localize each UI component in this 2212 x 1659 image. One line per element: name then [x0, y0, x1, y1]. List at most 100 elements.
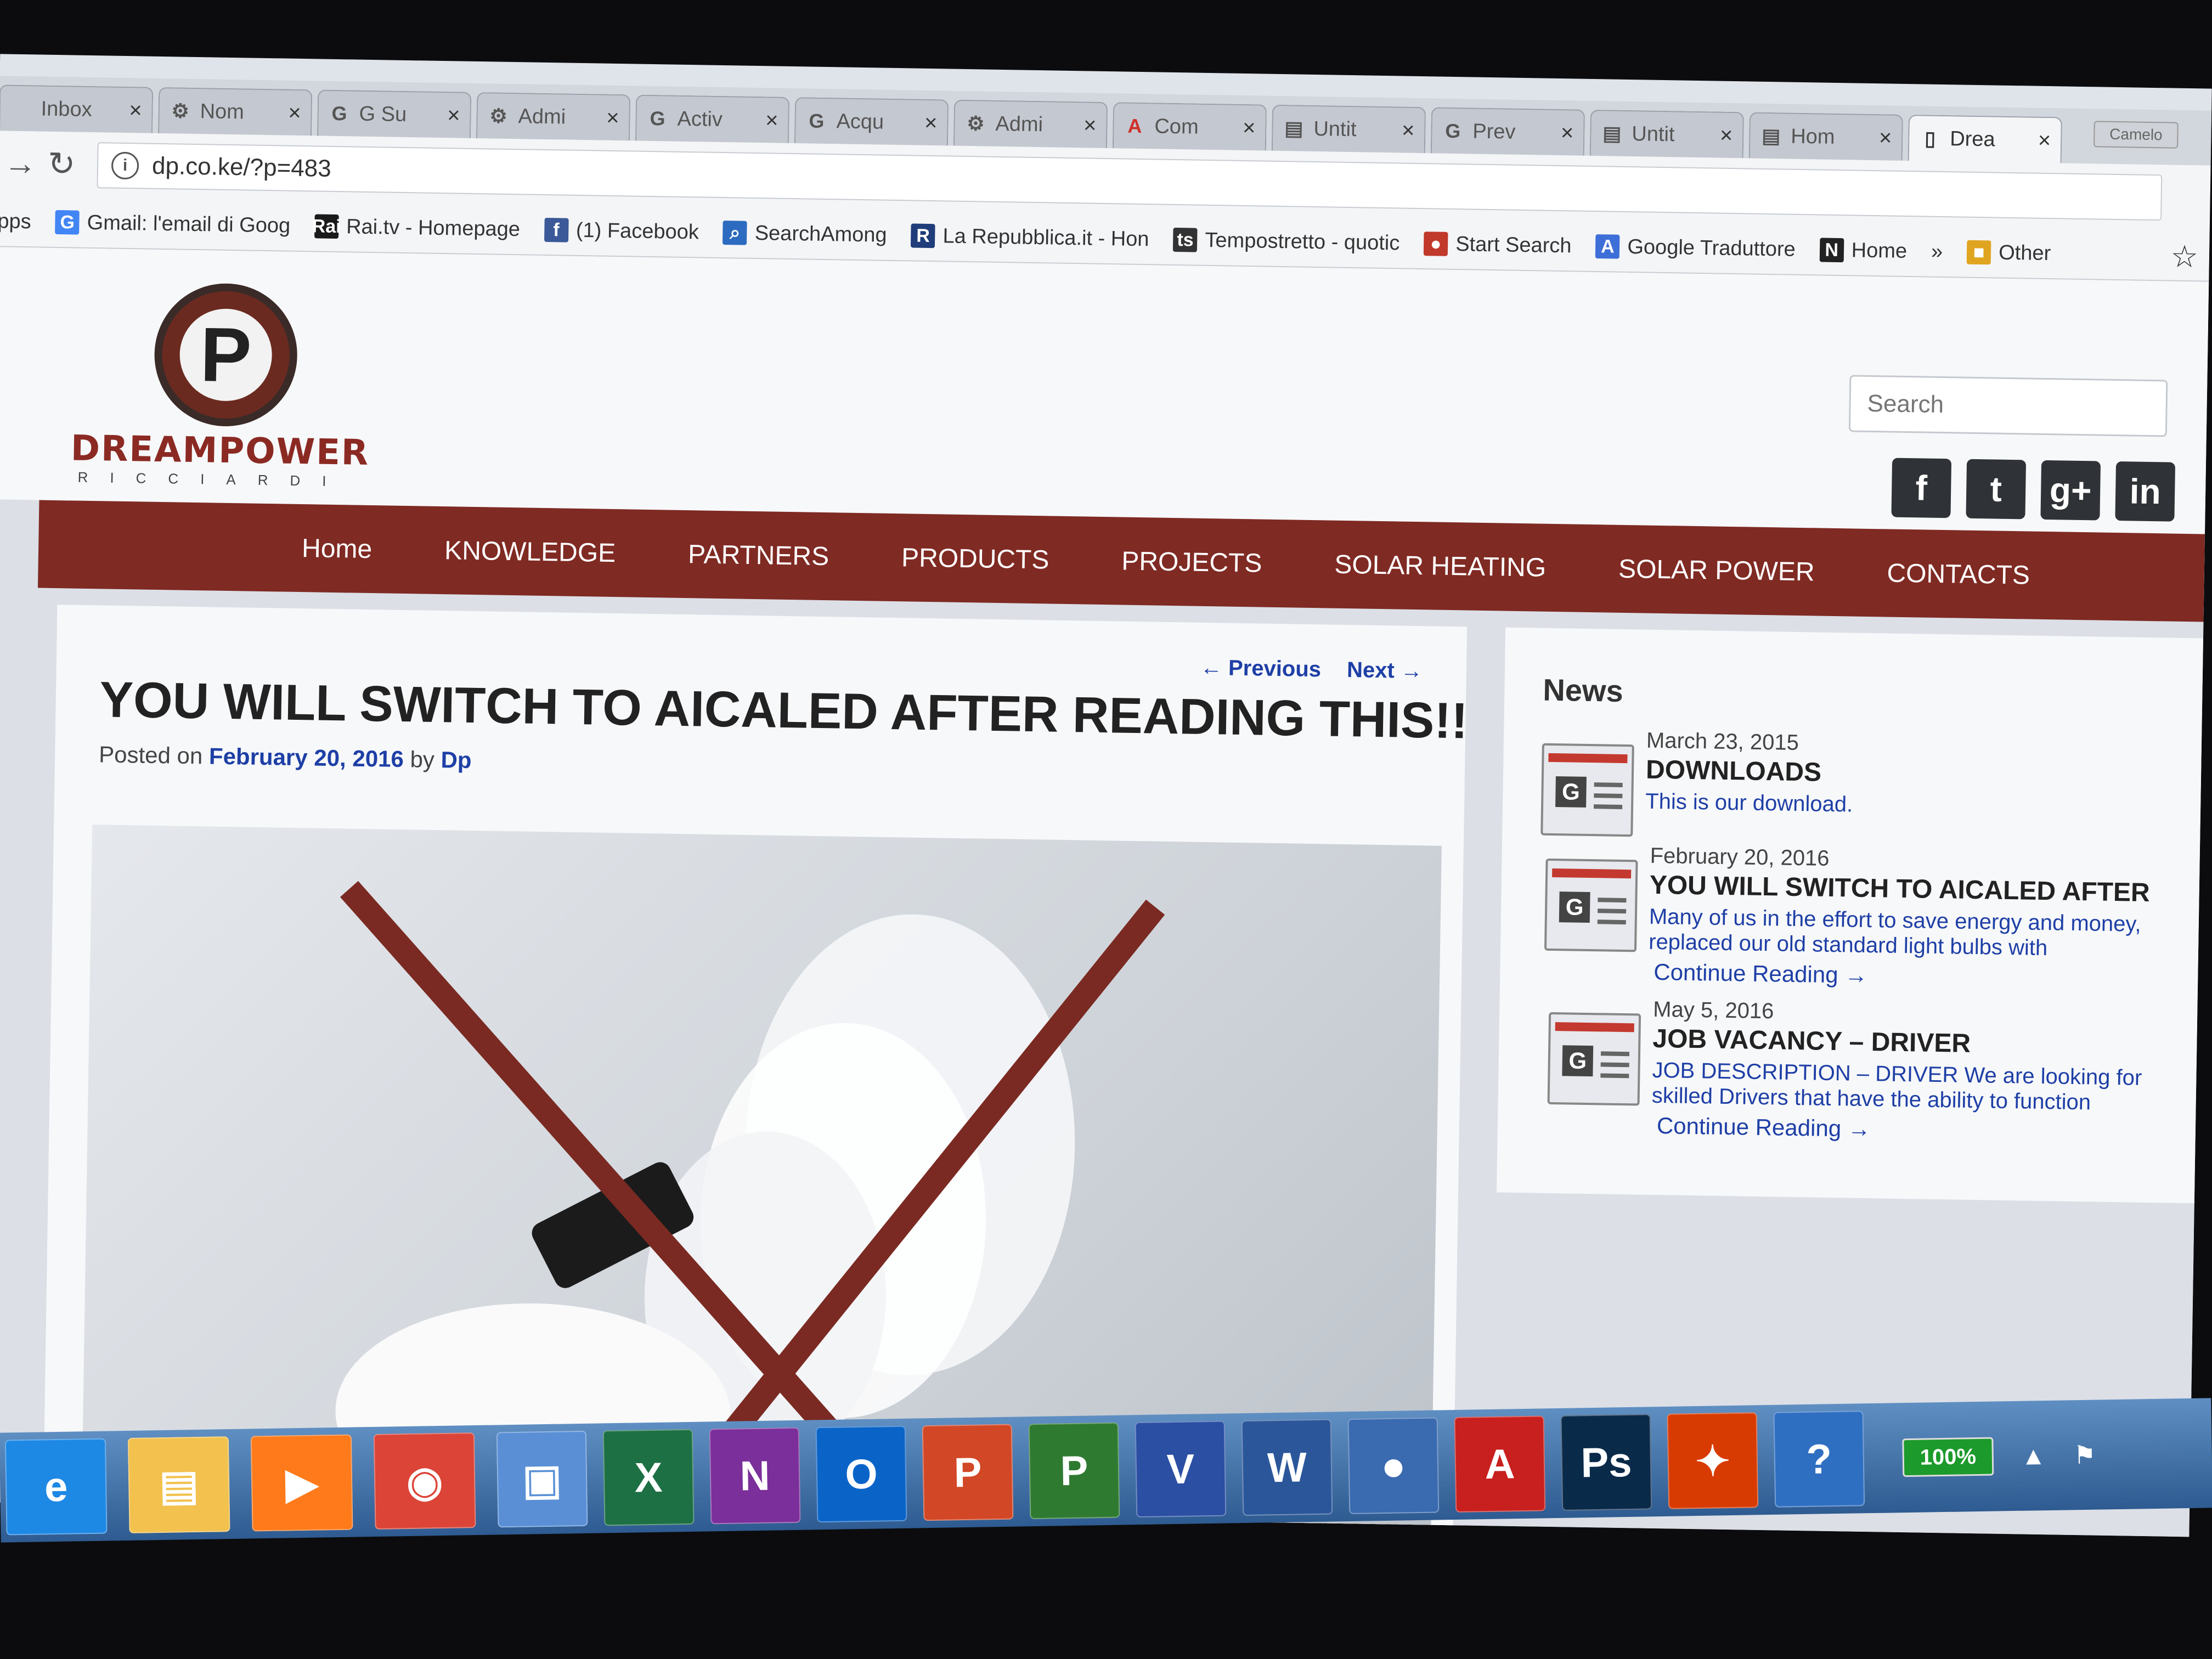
web-page: P DREAMPOWER RICCIARDI ftg+in Home KNOWLE…: [0, 247, 2209, 1537]
news-title[interactable]: DOWNLOADS: [1646, 755, 1822, 788]
browser-tab[interactable]: G Prev ×: [1430, 107, 1585, 156]
close-icon[interactable]: ×: [924, 110, 938, 135]
site-logo[interactable]: P DREAMPOWER RICCIARDI: [70, 281, 370, 494]
logo-wordmark: DREAMPOWER: [70, 428, 370, 473]
menu-item[interactable]: PARTNERS: [688, 539, 830, 572]
close-icon[interactable]: ×: [447, 103, 460, 128]
news-item[interactable]: G May 5, 2016 JOB VACANCY – DRIVER JOB DESC…: [1547, 996, 2207, 1154]
browser-tab[interactable]: ▤ Untit ×: [1271, 104, 1426, 154]
bookmark-label: (1) Facebook: [575, 218, 699, 244]
tab-label: Inbox: [41, 97, 92, 121]
bookmark-item[interactable]: N Home: [1819, 238, 1907, 263]
bookmark-item[interactable]: ■ Other: [1966, 240, 2051, 266]
close-icon[interactable]: ×: [1402, 118, 1415, 143]
close-icon[interactable]: ×: [129, 98, 142, 123]
browser-tab[interactable]: ⚙ Admi ×: [953, 99, 1108, 149]
photoshop-icon[interactable]: Ps: [1560, 1414, 1652, 1511]
bookmark-item[interactable]: Rai Rai.tv - Homepage: [312, 214, 521, 241]
browser-tab[interactable]: ⚙ Nom ×: [158, 87, 313, 136]
thunderbird-icon[interactable]: ●: [1347, 1417, 1440, 1515]
bookmark-item[interactable]: ts Tempostretto - quotic: [1173, 227, 1400, 255]
media-player-icon[interactable]: ▶: [250, 1434, 353, 1532]
tray-arrow-icon[interactable]: ▲: [2021, 1441, 2046, 1471]
browser-tab[interactable]: G Acqu ×: [794, 97, 949, 146]
browser-tab[interactable]: ▤ Hom ×: [1748, 112, 1903, 161]
chrome-icon[interactable]: ◉: [373, 1432, 476, 1530]
window-profile-label[interactable]: Camelo: [2094, 121, 2179, 149]
close-icon[interactable]: ×: [1720, 123, 1733, 148]
browser-tab[interactable]: G G Su ×: [317, 89, 472, 138]
menu-item[interactable]: PROJECTS: [1121, 546, 1262, 578]
info-icon[interactable]: i: [111, 151, 139, 180]
menu-item[interactable]: SOLAR POWER: [1618, 554, 1815, 587]
close-icon[interactable]: ×: [2038, 128, 2051, 153]
bookmark-item[interactable]: ⌕ SearchAmong: [723, 221, 887, 247]
back-icon[interactable]: →: [4, 144, 37, 182]
word-icon[interactable]: W: [1241, 1419, 1333, 1516]
search-input[interactable]: [1850, 376, 2166, 436]
social-links: f t g+ in: [1891, 458, 2191, 522]
office-icon[interactable]: ✦: [1667, 1412, 1759, 1509]
wordpress-icon: ⚙: [171, 99, 190, 122]
internet-explorer-icon[interactable]: e: [4, 1438, 108, 1536]
news-title[interactable]: YOU WILL SWITCH TO AICALED AFTER: [1649, 870, 2150, 908]
news-title[interactable]: JOB VACANCY – DRIVER: [1652, 1024, 1971, 1059]
site-search[interactable]: [1848, 375, 2168, 437]
browser-tab[interactable]: G Activ ×: [635, 94, 790, 143]
battery-indicator[interactable]: 100%: [1902, 1437, 1994, 1477]
visio-icon[interactable]: V: [1135, 1420, 1227, 1518]
bookmark-label: Other: [1998, 241, 2051, 265]
menu-item[interactable]: KNOWLEDGE: [444, 535, 616, 568]
file-explorer-icon[interactable]: ▤: [127, 1436, 230, 1533]
bookmark-item[interactable]: ● Start Search: [1423, 232, 1572, 258]
browser-tab[interactable]: Inbox ×: [0, 84, 154, 133]
author-link[interactable]: Dp: [441, 747, 472, 773]
excel-icon[interactable]: X: [602, 1429, 695, 1526]
close-icon[interactable]: ×: [288, 100, 301, 125]
linkedin-icon[interactable]: in: [2115, 461, 2176, 522]
bookmark-item[interactable]: pps: [0, 210, 31, 234]
project-icon[interactable]: P: [1028, 1422, 1120, 1520]
reload-icon[interactable]: ↻: [48, 145, 76, 184]
menu-item[interactable]: SOLAR HEATING: [1334, 549, 1547, 583]
close-icon[interactable]: ×: [1561, 121, 1574, 145]
close-icon[interactable]: ×: [1084, 113, 1097, 138]
bookmark-item[interactable]: R La Repubblica.it - Hon: [911, 223, 1149, 251]
powerpoint-icon[interactable]: P: [922, 1424, 1014, 1521]
close-icon[interactable]: ×: [765, 108, 778, 133]
store-icon[interactable]: ▣: [496, 1430, 588, 1528]
browser-tab[interactable]: ▤ Untit ×: [1589, 109, 1744, 159]
url-text[interactable]: dp.co.ke/?p=483: [152, 153, 331, 183]
browser-tab[interactable]: ⚙ Admi ×: [476, 92, 631, 141]
twitter-icon[interactable]: t: [1966, 459, 2027, 520]
wordpress-icon: ⚙: [967, 112, 985, 135]
browser-tab[interactable]: ▯ Drea ×: [1908, 114, 2062, 163]
post-date-link[interactable]: February 20, 2016: [209, 743, 404, 772]
onenote-icon[interactable]: N: [709, 1427, 801, 1525]
bookmark-item[interactable]: »: [1931, 240, 1943, 263]
bookmark-item[interactable]: G Gmail: l'email di Goog: [55, 210, 291, 238]
close-icon[interactable]: ×: [606, 105, 619, 130]
menu-item[interactable]: CONTACTS: [1887, 558, 2030, 590]
facebook-icon[interactable]: f: [1891, 458, 1952, 518]
news-item[interactable]: G February 20, 2016 YOU WILL SWITCH TO AIC…: [1544, 842, 2204, 1001]
menu-item[interactable]: Home: [302, 533, 373, 565]
next-post-link[interactable]: Next →: [1347, 658, 1423, 683]
continue-reading-link[interactable]: Continue Reading →: [1654, 959, 1868, 989]
help-icon[interactable]: ?: [1773, 1410, 1865, 1508]
bookmark-item[interactable]: f (1) Facebook: [544, 217, 699, 244]
action-center-flag-icon[interactable]: ⚑: [2073, 1440, 2096, 1470]
google-icon: G: [331, 101, 347, 125]
previous-post-link[interactable]: ← Previous: [1200, 656, 1322, 681]
browser-tab[interactable]: A Com ×: [1112, 102, 1267, 151]
bookmark-label: Rai.tv - Homepage: [346, 215, 521, 241]
close-icon[interactable]: ×: [1879, 126, 1892, 150]
bookmark-item[interactable]: A Google Traduttore: [1595, 234, 1796, 262]
google-plus-icon[interactable]: g+: [2040, 460, 2101, 521]
menu-item[interactable]: PRODUCTS: [901, 543, 1049, 575]
bookmark-star-icon[interactable]: ☆: [2170, 239, 2198, 275]
continue-reading-link[interactable]: Continue Reading →: [1657, 1113, 1871, 1142]
acrobat-icon[interactable]: A: [1454, 1415, 1546, 1513]
outlook-icon[interactable]: O: [815, 1425, 907, 1523]
close-icon[interactable]: ×: [1243, 115, 1256, 140]
